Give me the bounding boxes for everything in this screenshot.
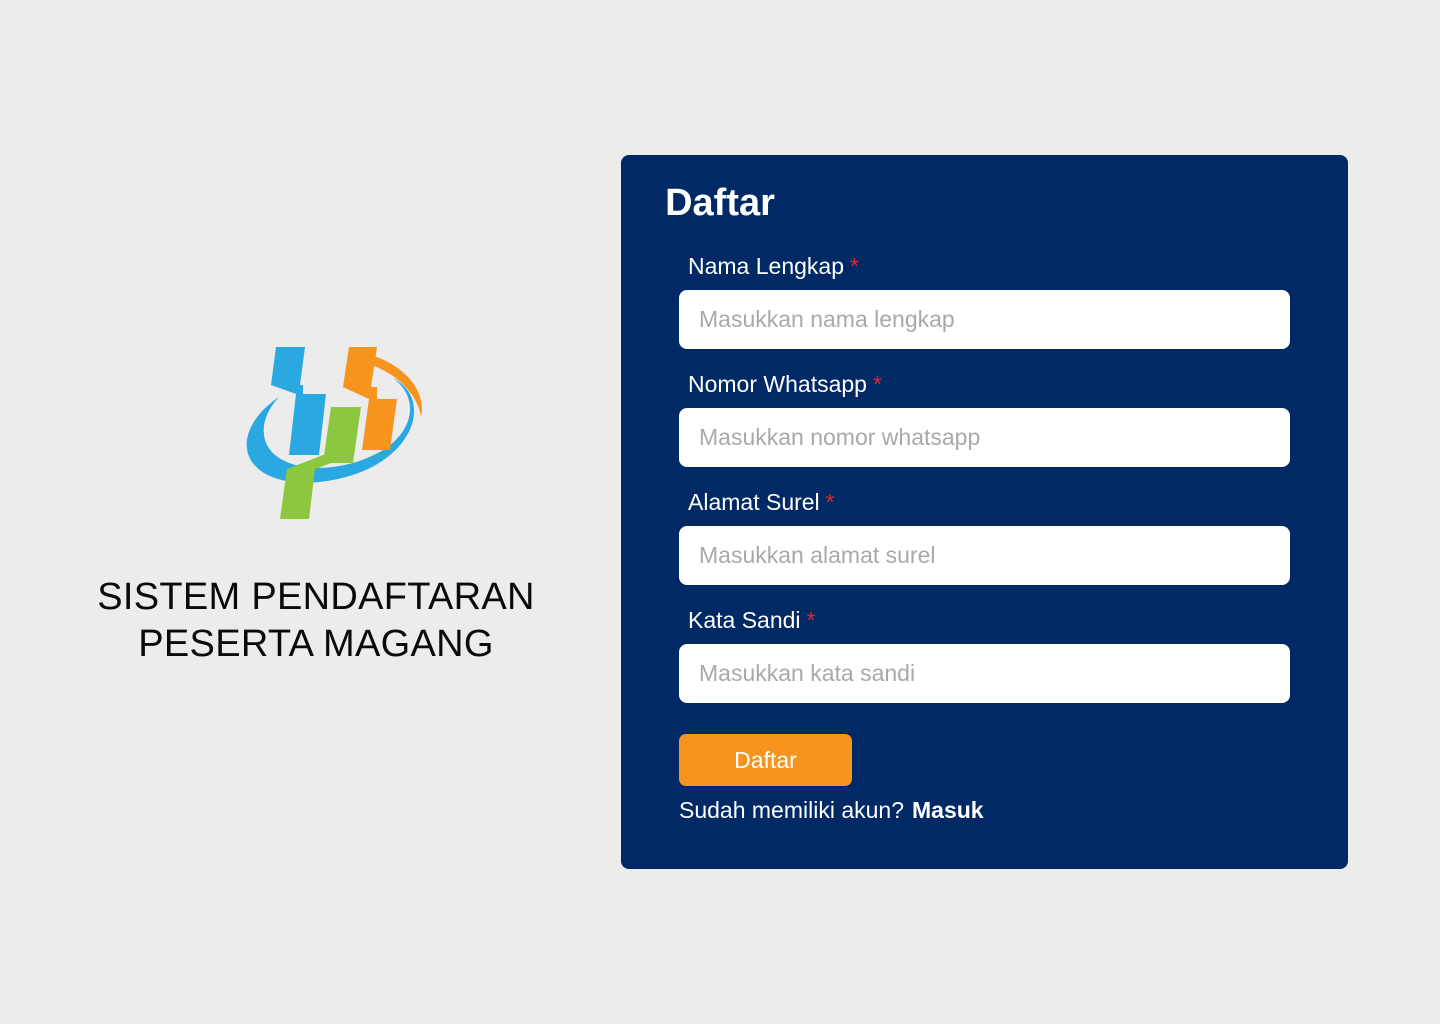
login-prompt-text: Sudah memiliki akun? [679, 797, 905, 823]
required-marker: * [850, 253, 859, 279]
full-name-label-text: Nama Lengkap [688, 253, 844, 279]
email-label-text: Alamat Surel [688, 489, 820, 515]
password-label: Kata Sandi * [688, 605, 815, 635]
whatsapp-label: Nomor Whatsapp * [688, 369, 882, 399]
password-input[interactable] [679, 644, 1290, 703]
full-name-label: Nama Lengkap * [688, 251, 859, 281]
app-title-line1: SISTEM PENDAFTARAN [97, 576, 535, 618]
required-marker: * [825, 489, 835, 515]
app-title-line2: PESERTA MAGANG [138, 623, 494, 665]
login-link[interactable]: Masuk [912, 797, 984, 823]
required-marker: * [806, 607, 816, 633]
full-name-input[interactable] [679, 290, 1290, 349]
whatsapp-input[interactable] [679, 408, 1290, 467]
form-title: Daftar [665, 182, 775, 224]
whatsapp-label-text: Nomor Whatsapp [688, 371, 867, 397]
email-input[interactable] [679, 526, 1290, 585]
required-marker: * [872, 371, 882, 397]
app-title: SISTEM PENDAFTARAN PESERTA MAGANG [60, 574, 572, 668]
bps-logo [246, 347, 422, 519]
login-prompt-line: Sudah memiliki akun? Masuk [679, 794, 984, 826]
email-label: Alamat Surel * [688, 487, 835, 517]
register-button[interactable]: Daftar [679, 734, 852, 786]
password-label-text: Kata Sandi [688, 607, 801, 633]
